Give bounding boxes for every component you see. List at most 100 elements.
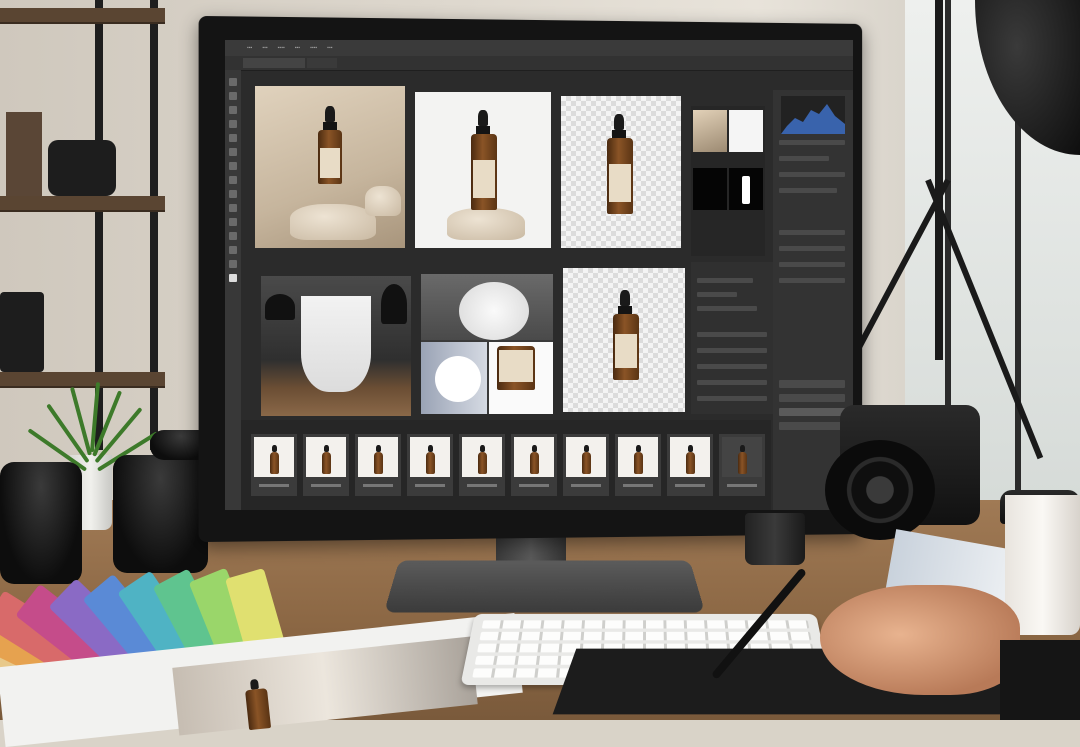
thumbnail-caption: [467, 484, 497, 487]
tool-icon[interactable]: [229, 92, 237, 100]
tools-panel: [225, 70, 241, 510]
tool-icon[interactable]: [229, 190, 237, 198]
camera-lens-prop: [0, 462, 82, 584]
thumbnail-image: [566, 437, 606, 477]
layer-row[interactable]: [779, 394, 845, 402]
photo-bottle-on-stone-warm[interactable]: [255, 86, 405, 248]
tool-icon[interactable]: [229, 232, 237, 240]
panel-row[interactable]: [779, 278, 845, 283]
histogram-icon: [781, 96, 845, 134]
panel-row[interactable]: [779, 230, 845, 235]
tool-icon[interactable]: [229, 78, 237, 86]
menu-item[interactable]: ▪▪▪: [295, 45, 300, 51]
document-tab[interactable]: [243, 58, 305, 68]
adjustments-panel: [691, 262, 773, 414]
menu-item[interactable]: ▪▪▪: [262, 45, 267, 51]
filmstrip-thumbnail[interactable]: [615, 434, 661, 496]
stone-pedestal: [447, 208, 525, 240]
filmstrip-thumbnail[interactable]: [355, 434, 401, 496]
filmstrip-thumbnail[interactable]: [719, 434, 765, 496]
panel-row[interactable]: [779, 188, 837, 193]
tool-icon[interactable]: [229, 218, 237, 226]
filmstrip-thumbnail[interactable]: [303, 434, 349, 496]
photo-bottle-transparent[interactable]: [563, 268, 685, 412]
light-stand-pole: [935, 0, 943, 360]
slider-track[interactable]: [697, 396, 767, 401]
menu-item[interactable]: ▪▪▪: [247, 45, 252, 51]
thumbnail-image: [306, 437, 346, 477]
filmstrip-panel: [241, 420, 771, 510]
tool-icon[interactable]: [229, 246, 237, 254]
tool-icon[interactable]: [229, 204, 237, 212]
panel-row[interactable]: [779, 140, 845, 145]
shelf-camera: [48, 140, 116, 196]
thumbnail-image: [254, 437, 294, 477]
shelf-device: [0, 292, 44, 372]
app-menu-bar[interactable]: ▪▪▪ ▪▪▪ ▪▪▪▪ ▪▪▪ ▪▪▪▪ ▪▪▪: [225, 40, 853, 56]
photo-collage[interactable]: [421, 274, 553, 414]
menu-item[interactable]: ▪▪▪▪: [278, 45, 285, 51]
sleeve: [1000, 640, 1080, 720]
dslr-lens: [825, 440, 935, 540]
mask-thumb[interactable]: [729, 168, 763, 210]
layer-thumb[interactable]: [693, 110, 727, 152]
panel-row[interactable]: [697, 278, 753, 283]
menu-item[interactable]: ▪▪▪▪: [310, 45, 317, 51]
photo-studio-setup[interactable]: [261, 276, 411, 416]
filmstrip-thumbnail[interactable]: [251, 434, 297, 496]
stone: [365, 186, 401, 216]
panel-row[interactable]: [779, 246, 845, 251]
filmstrip-thumbnail[interactable]: [511, 434, 557, 496]
key-row[interactable]: [479, 632, 811, 640]
thumbnail-image: [462, 437, 502, 477]
tool-icon[interactable]: [229, 260, 237, 268]
shelf-board: [0, 8, 165, 24]
studio-light-photo: [421, 274, 553, 340]
slider-track[interactable]: [697, 348, 767, 353]
photo-bottle-white-bg[interactable]: [415, 92, 551, 248]
blue-backdrop-photo: [421, 342, 487, 414]
tool-icon[interactable]: [229, 120, 237, 128]
thumbnail-image: [722, 437, 762, 477]
thumbnail-image: [410, 437, 450, 477]
thumbnail-caption: [571, 484, 601, 487]
shelf-unit: [0, 0, 165, 450]
layer-row[interactable]: [779, 380, 845, 388]
tool-icon[interactable]: [229, 176, 237, 184]
camera-lens-prop: [113, 455, 208, 573]
layer-row[interactable]: [779, 422, 845, 430]
panel-row[interactable]: [779, 262, 845, 267]
filmstrip-thumbnail[interactable]: [459, 434, 505, 496]
thumbnail-caption: [519, 484, 549, 487]
tool-icon[interactable]: [229, 134, 237, 142]
shelf-board: [0, 372, 165, 388]
photo-bottle-transparent[interactable]: [561, 96, 681, 248]
backdrop-paper: [301, 296, 371, 392]
thumbnail-caption: [259, 484, 289, 487]
thumbnail-caption: [311, 484, 341, 487]
slider-track[interactable]: [697, 332, 767, 337]
layer-thumb[interactable]: [729, 110, 763, 152]
thumbnail-image: [358, 437, 398, 477]
slider-track[interactable]: [697, 380, 767, 385]
histogram-graph: [781, 96, 845, 134]
mask-thumb[interactable]: [693, 168, 727, 210]
panel-row[interactable]: [779, 172, 845, 177]
document-tab[interactable]: [307, 58, 337, 68]
tool-icon[interactable]: [229, 162, 237, 170]
slider-track[interactable]: [697, 364, 767, 369]
color-swatch-icon[interactable]: [229, 274, 237, 282]
thumbnail-caption: [623, 484, 653, 487]
menu-item[interactable]: ▪▪▪: [327, 45, 332, 51]
panel-row[interactable]: [697, 292, 737, 297]
layer-previews-panel: [691, 106, 765, 256]
panel-row[interactable]: [779, 156, 829, 161]
shelf-box: [6, 112, 42, 196]
tool-icon[interactable]: [229, 106, 237, 114]
layer-row-selected[interactable]: [779, 408, 845, 416]
filmstrip-thumbnail[interactable]: [407, 434, 453, 496]
filmstrip-thumbnail[interactable]: [667, 434, 713, 496]
filmstrip-thumbnail[interactable]: [563, 434, 609, 496]
panel-row[interactable]: [697, 306, 757, 311]
tool-icon[interactable]: [229, 148, 237, 156]
